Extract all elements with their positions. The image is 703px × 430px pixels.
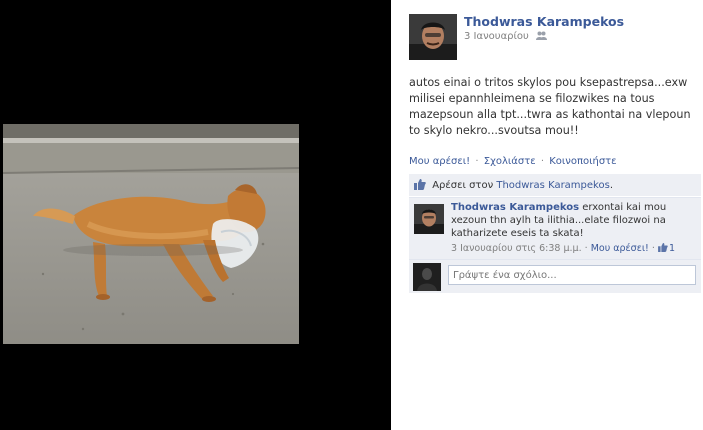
people-icon[interactable] [536,31,547,40]
commenter-name-link[interactable]: Thodwras Karampekos [451,202,579,213]
comment-input[interactable] [448,265,696,285]
thumbs-up-icon [414,179,426,190]
separator: · [584,243,588,254]
viewer-avatar [413,263,441,291]
separator: · [651,243,655,254]
likes-prefix: Αρέσει στον [432,180,494,191]
thumbs-up-icon [658,243,668,252]
post-caption: autos einai o tritos skylos pou ksepastr… [409,76,691,137]
separator: · [475,156,479,167]
comment-composer [409,259,701,293]
comment-link[interactable]: Σχολιάστε [484,156,536,167]
separator: · [540,156,545,167]
like-link[interactable]: Μου αρέσει! [409,156,470,167]
post-actions: Μου αρέσει! · Σχολιάστε · Κοινοποιήστε [409,156,617,167]
liker-name-link[interactable]: Thodwras Karampekos [496,180,609,191]
dog-photo-image [3,124,299,344]
post-date-link[interactable]: 3 Ιανουαρίου [464,31,529,42]
photo-viewer [0,0,391,430]
likes-summary: Αρέσει στον Thodwras Karampekos. [409,174,701,196]
comment-item: Thodwras Karampekos erxontai kai mou xez… [409,197,701,259]
commenter-avatar[interactable] [414,204,444,234]
author-name-link[interactable]: Thodwras Karampekos [464,14,624,29]
post-sidebar: Thodwras Karampekos 3 Ιανουαρίου autos e… [391,0,703,430]
comment-time[interactable]: 3 Ιανουαρίου στις 6:38 μ.μ. [451,243,582,254]
post-date: 3 Ιανουαρίου [464,31,547,42]
comment-meta: 3 Ιανουαρίου στις 6:38 μ.μ. · Μου αρέσει… [451,243,675,254]
author-avatar[interactable] [409,14,457,60]
post-photo[interactable] [3,124,299,344]
likes-suffix: . [609,180,614,191]
share-link[interactable]: Κοινοποιήστε [549,156,616,167]
like-count-value: 1 [668,243,675,254]
comment-like-link[interactable]: Μου αρέσει! [591,243,649,254]
comment-like-count[interactable]: 1 [658,243,675,254]
comment-body: Thodwras Karampekos erxontai kai mou xez… [451,201,696,240]
